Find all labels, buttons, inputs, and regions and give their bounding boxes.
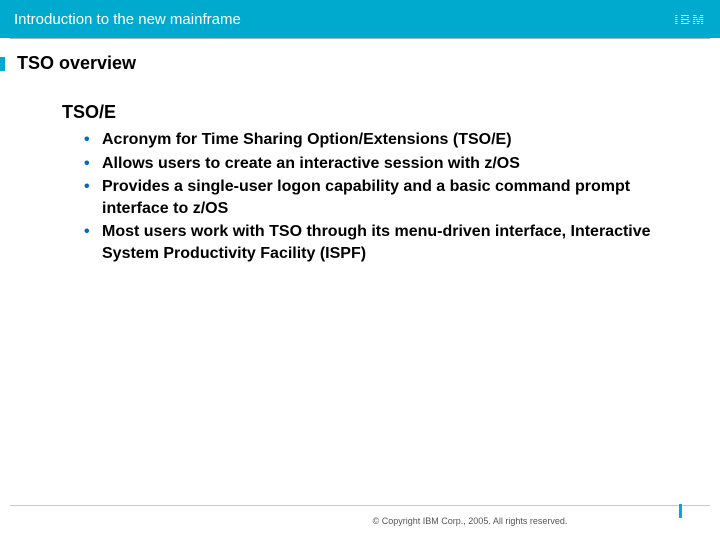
bullet-item: Allows users to create an interactive se… (84, 153, 680, 175)
footer-divider (10, 505, 710, 506)
content-area: TSO/E Acronym for Time Sharing Option/Ex… (0, 74, 720, 265)
accent-tick-icon (0, 57, 5, 71)
header-title: Introduction to the new mainframe (14, 11, 241, 28)
bullet-list: Acronym for Time Sharing Option/Extensio… (62, 129, 680, 265)
header-bar: Introduction to the new mainframe IBM (0, 0, 720, 38)
bullet-item: Acronym for Time Sharing Option/Extensio… (84, 129, 680, 151)
slide-title-region: TSO overview (0, 39, 720, 74)
ibm-logo: IBM (674, 11, 706, 27)
sub-heading: TSO/E (62, 102, 680, 123)
copyright-text: © Copyright IBM Corp., 2005. All rights … (10, 516, 710, 526)
bullet-item: Most users work with TSO through its men… (84, 221, 680, 264)
slide-title: TSO overview (17, 53, 136, 74)
footer: © Copyright IBM Corp., 2005. All rights … (10, 505, 710, 526)
footer-accent-icon (679, 504, 682, 518)
bullet-item: Provides a single-user logon capability … (84, 176, 680, 219)
